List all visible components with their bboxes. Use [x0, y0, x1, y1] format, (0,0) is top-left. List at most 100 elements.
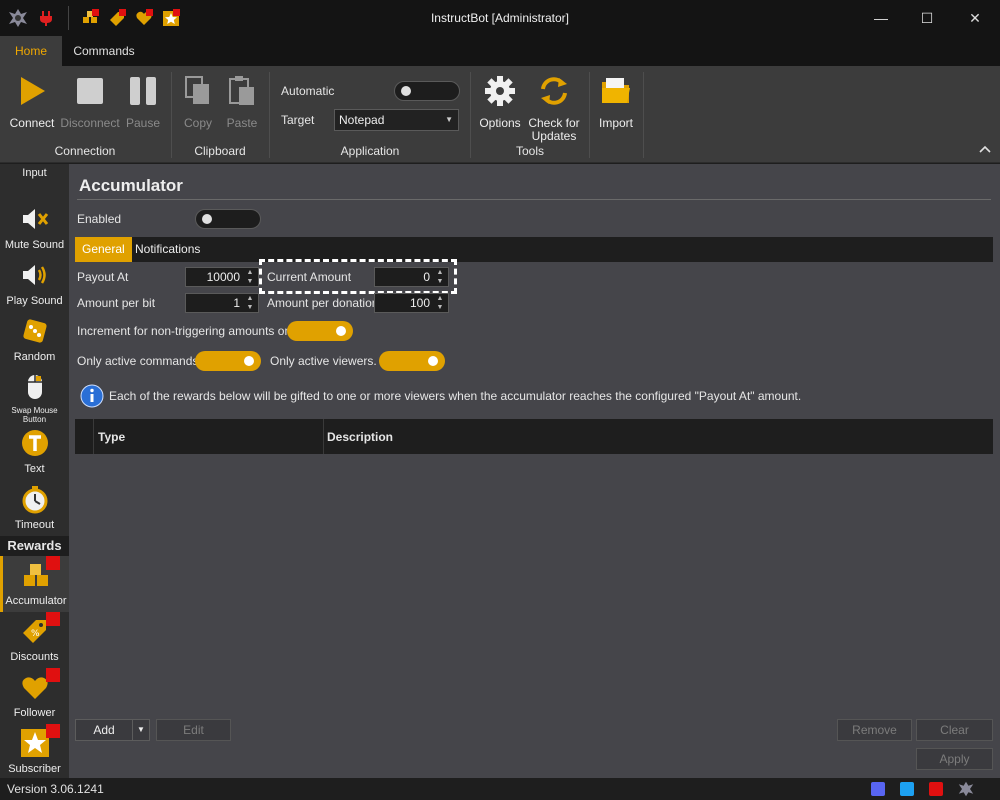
- settings-tabs: General Notifications: [75, 237, 993, 262]
- add-button[interactable]: Add: [75, 719, 133, 741]
- new-badge: [46, 556, 60, 570]
- connect-button[interactable]: Connect: [6, 74, 58, 130]
- amount-per-bit-input[interactable]: 1 ▲ ▼: [185, 293, 259, 313]
- tag-icon: %: [22, 620, 46, 643]
- application-group-label: Application: [340, 144, 400, 158]
- edit-button[interactable]: Edit: [156, 719, 231, 741]
- amount-per-donation-label: Amount per donation: [267, 296, 379, 310]
- only-active-viewers-toggle[interactable]: [379, 351, 445, 371]
- column-header-type[interactable]: Type: [98, 430, 125, 444]
- sidebar-item-subscriber[interactable]: Subscriber: [0, 724, 69, 778]
- sidebar-item-label: Subscriber: [8, 763, 61, 775]
- sidebar-item-label: Discounts: [10, 651, 59, 663]
- import-label: Import: [598, 116, 633, 130]
- remove-button[interactable]: Remove: [837, 719, 912, 741]
- main-panel: Accumulator Enabled General Notification…: [69, 164, 1000, 778]
- target-value: Notepad: [339, 113, 385, 127]
- sidebar-item-random[interactable]: Random: [0, 312, 69, 368]
- sidebar-item-timeout[interactable]: Timeout: [0, 480, 69, 536]
- version-text: Version 3.06.1241: [7, 782, 104, 796]
- apply-button[interactable]: Apply: [916, 748, 993, 770]
- ribbon: Connect Disconnect Pause Connection Copy…: [0, 66, 1000, 163]
- amount-per-bit-value: 1: [233, 296, 240, 310]
- star-icon: [20, 729, 49, 757]
- close-button[interactable]: ✕: [952, 0, 998, 36]
- sidebar: Input Mute Sound Play Sound Random Swap …: [0, 164, 69, 778]
- tab-commands[interactable]: Commands: [62, 36, 146, 66]
- info-text: Each of the rewards below will be gifted…: [109, 389, 802, 403]
- rewards-section-header: Rewards: [0, 536, 69, 556]
- tab-general[interactable]: General: [75, 237, 132, 262]
- sidebar-item-swap-mouse-button[interactable]: Swap Mouse Button: [0, 368, 69, 424]
- increment-toggle[interactable]: [287, 321, 353, 341]
- app-logo-icon[interactable]: [958, 781, 974, 797]
- play-icon: [21, 77, 45, 105]
- import-button[interactable]: Import: [590, 74, 642, 130]
- pause-button[interactable]: Pause: [117, 74, 169, 130]
- target-select[interactable]: Notepad ▼: [334, 109, 459, 131]
- payout-at-label: Payout At: [77, 270, 129, 284]
- paste-button[interactable]: Paste: [216, 74, 268, 130]
- mute-icon: [22, 209, 48, 229]
- column-header-description[interactable]: Description: [327, 430, 393, 444]
- sidebar-item-label: Text: [24, 463, 45, 475]
- sidebar-item-label: Input: [22, 167, 47, 179]
- text-icon: [21, 430, 48, 456]
- sidebar-item-input[interactable]: Input: [0, 164, 69, 184]
- sidebar-item-label: Play Sound: [6, 295, 63, 307]
- sidebar-item-label-1: Swap Mouse: [11, 406, 58, 415]
- tab-home[interactable]: Home: [0, 36, 62, 66]
- spinner-arrows-icon[interactable]: ▲ ▼: [244, 268, 256, 286]
- collapse-ribbon-icon[interactable]: [979, 144, 991, 154]
- check-updates-button[interactable]: Check for Updates: [526, 74, 582, 143]
- title-divider: [77, 199, 991, 200]
- twitter-icon[interactable]: [900, 782, 914, 796]
- amount-per-bit-label: Amount per bit: [77, 296, 156, 310]
- current-amount-label: Current Amount: [267, 270, 352, 284]
- enabled-toggle[interactable]: [195, 209, 261, 229]
- amount-per-donation-input[interactable]: 100 ▲ ▼: [374, 293, 449, 313]
- clear-button[interactable]: Clear: [916, 719, 993, 741]
- add-dropdown-button[interactable]: ▼: [132, 719, 150, 741]
- only-active-viewers-label: Only active viewers.: [270, 354, 377, 368]
- spinner-arrows-icon[interactable]: ▲ ▼: [434, 268, 446, 286]
- stop-icon: [77, 78, 103, 104]
- info-icon: [80, 384, 104, 408]
- connect-label: Connect: [9, 116, 55, 130]
- current-amount-value: 0: [423, 270, 430, 284]
- connection-group-label: Connection: [54, 144, 116, 158]
- rewards-table-header: Type Description: [75, 419, 993, 454]
- current-amount-input[interactable]: 0 ▲ ▼: [374, 267, 449, 287]
- only-active-commands-toggle[interactable]: [195, 351, 261, 371]
- page-title: Accumulator: [79, 176, 183, 195]
- sidebar-item-mute-sound[interactable]: Mute Sound: [0, 200, 69, 256]
- pause-label: Pause: [125, 116, 161, 130]
- increment-label: Increment for non-triggering amounts onl…: [77, 324, 300, 338]
- payout-at-value: 10000: [206, 270, 240, 284]
- mouse-icon: [27, 375, 42, 399]
- payout-at-input[interactable]: 10000 ▲ ▼: [185, 267, 259, 287]
- sidebar-item-accumulator[interactable]: Accumulator: [0, 556, 69, 612]
- spinner-arrows-icon[interactable]: ▲ ▼: [434, 294, 446, 312]
- sidebar-item-text[interactable]: Text: [0, 424, 69, 480]
- sidebar-item-follower[interactable]: Follower: [0, 668, 69, 724]
- spinner-arrows-icon[interactable]: ▲ ▼: [244, 294, 256, 312]
- clipboard-group-label: Clipboard: [194, 144, 246, 158]
- automatic-toggle[interactable]: [394, 81, 460, 101]
- sidebar-item-play-sound[interactable]: Play Sound: [0, 256, 69, 312]
- heart-icon: [21, 677, 48, 699]
- sidebar-item-label: Mute Sound: [4, 239, 65, 251]
- sidebar-item-discounts[interactable]: % Discounts: [0, 612, 69, 668]
- minimize-button[interactable]: —: [858, 0, 904, 36]
- maximize-button[interactable]: ☐: [904, 0, 950, 36]
- discord-icon[interactable]: [871, 782, 885, 796]
- disconnect-button[interactable]: Disconnect: [58, 74, 122, 130]
- youtube-icon[interactable]: [929, 782, 943, 796]
- rewards-table-body[interactable]: [75, 454, 993, 709]
- tab-notifications[interactable]: Notifications: [128, 237, 207, 262]
- paste-label: Paste: [226, 116, 258, 130]
- options-button[interactable]: Options: [474, 74, 526, 130]
- sidebar-item-label-2: Button: [22, 415, 47, 424]
- new-badge: [46, 668, 60, 682]
- sidebar-item-label: Accumulator: [5, 595, 67, 607]
